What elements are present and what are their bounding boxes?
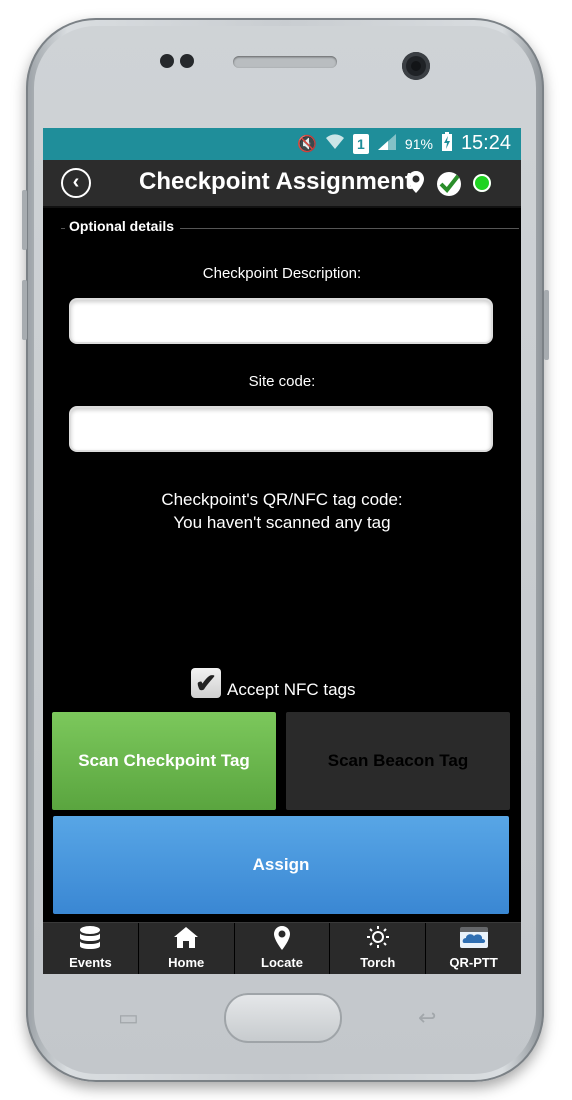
home-icon [173, 925, 199, 953]
description-input[interactable] [71, 300, 491, 342]
nav-label-locate: Locate [261, 955, 303, 970]
wifi-icon [325, 132, 345, 155]
sim-icon: 1 [352, 133, 369, 154]
nav-item-locate[interactable]: Locate [235, 923, 331, 974]
front-camera [402, 52, 430, 80]
recent-apps-key-icon[interactable]: ▭ [118, 1005, 139, 1031]
signal-icon [377, 133, 397, 154]
bottom-navigation: Events Home Locate Torch QR-PTT [43, 922, 521, 974]
proximity-sensor [160, 54, 174, 68]
nav-label-torch: Torch [360, 955, 396, 970]
accept-nfc-checkbox[interactable]: ✔ [191, 668, 221, 698]
scan-beacon-tag-button[interactable]: Scan Beacon Tag [286, 712, 510, 810]
tag-code-value: You haven't scanned any tag [173, 513, 391, 532]
nav-label-events: Events [69, 955, 112, 970]
assign-button[interactable]: Assign [53, 816, 509, 914]
page-title: Checkpoint Assignment [139, 168, 413, 195]
location-pin-icon [273, 925, 291, 953]
online-status-icon [473, 174, 491, 192]
nav-item-torch[interactable]: Torch [330, 923, 427, 974]
nav-label-qr-ptt: QR-PTT [449, 955, 498, 970]
site-code-input[interactable] [71, 408, 491, 450]
scan-checkpoint-tag-button[interactable]: Scan Checkpoint Tag [52, 712, 276, 810]
battery-charging-icon [441, 132, 453, 155]
nav-item-events[interactable]: Events [43, 923, 139, 974]
volume-down-button [22, 280, 27, 340]
clock: 15:24 [460, 132, 511, 154]
accept-nfc-row: ✔ Accept NFC tags [191, 668, 356, 699]
site-code-label: Site code: [248, 373, 316, 390]
mute-icon: 🔇 [296, 135, 317, 153]
app-bar: ‹ Checkpoint Assignment [43, 160, 521, 208]
power-button [544, 290, 549, 360]
nav-label-home: Home [168, 955, 205, 970]
qr-ptt-logo-icon [459, 925, 489, 953]
location-pin-icon[interactable] [407, 170, 425, 200]
database-icon [78, 925, 102, 953]
volume-up-button [22, 190, 27, 250]
back-arrow-icon: ‹ [72, 171, 80, 193]
nav-item-home[interactable]: Home [139, 923, 235, 974]
accept-nfc-label: Accept NFC tags [227, 680, 356, 699]
description-label: Checkpoint Description: [202, 265, 362, 282]
earpiece-speaker [233, 56, 337, 68]
nav-item-qr-ptt[interactable]: QR-PTT [426, 923, 521, 974]
sun-icon [366, 925, 390, 953]
checkmark-badge-icon[interactable] [435, 170, 463, 204]
app-screen: 🔇 1 91% 15:24 ‹ Checkpoint Assignment Op… [43, 128, 521, 974]
tag-code-label: Checkpoint's QR/NFC tag code: [161, 490, 403, 509]
light-sensor [180, 54, 194, 68]
back-button[interactable]: ‹ [61, 168, 91, 198]
home-hardware-button[interactable] [224, 993, 342, 1043]
back-key-icon[interactable]: ↩ [418, 1005, 436, 1031]
status-bar: 🔇 1 91% 15:24 [43, 128, 521, 160]
section-title: Optional details [65, 218, 181, 234]
battery-percent: 91% [404, 135, 433, 152]
